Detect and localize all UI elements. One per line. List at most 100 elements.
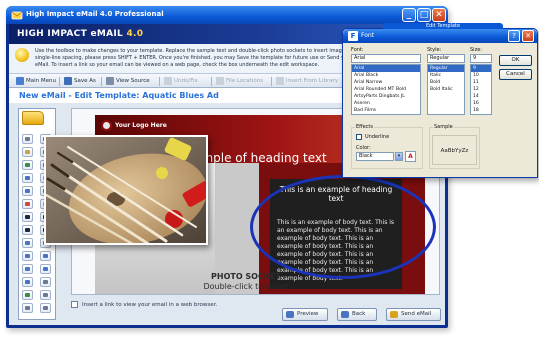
web-link-checkbox[interactable]: [71, 301, 78, 308]
insert-library-label: Insert From Library: [286, 78, 339, 84]
maximize-button[interactable]: □: [417, 8, 431, 22]
align-left-tool-icon[interactable]: [22, 238, 33, 248]
font-tool-icon[interactable]: [22, 212, 33, 222]
font-input[interactable]: Arial: [351, 54, 421, 63]
paste-tool-icon[interactable]: [22, 147, 33, 157]
view-source-button[interactable]: View Source: [106, 76, 150, 86]
font-list-item[interactable]: ArtsyParts Dingbats JL: [352, 93, 420, 100]
main-menu-button[interactable]: Main Menu: [16, 76, 56, 86]
font-list-item[interactable]: Arial: [352, 65, 420, 72]
size-list[interactable]: 9 10 11 12 14 16 18: [470, 64, 492, 115]
font-list[interactable]: Arial Arial Black Arial Narrow Arial Rou…: [351, 64, 421, 115]
style-list-item[interactable]: Regular: [428, 65, 464, 72]
file-locations-button[interactable]: File Locations: [216, 76, 263, 86]
folder-icon[interactable]: [22, 111, 44, 125]
undo-tool-icon[interactable]: [22, 186, 33, 196]
web-link-label: Insert a link to view your email in a we…: [82, 302, 218, 308]
back-button[interactable]: Back: [337, 308, 377, 321]
font-list-item[interactable]: Arial Narrow: [352, 79, 420, 86]
save-as-label: Save As: [74, 78, 96, 84]
zoom-in-tool-icon[interactable]: [22, 303, 33, 313]
highlight-ring: [250, 175, 436, 279]
sample-preview: AaBbYyZz: [432, 135, 477, 165]
style-list-item[interactable]: Italic: [428, 72, 464, 79]
align-right-tool-icon[interactable]: [22, 251, 33, 261]
dialog-close-button[interactable]: ✕: [522, 30, 534, 42]
paintbrushes-image: [46, 137, 206, 243]
size-list-item[interactable]: 16: [471, 100, 491, 107]
toolbar-divider: [59, 77, 60, 86]
toolbar-divider: [159, 77, 160, 86]
font-list-item[interactable]: Aseren: [352, 100, 420, 107]
close-button[interactable]: ✕: [432, 8, 446, 22]
style-list-item[interactable]: Bold: [428, 79, 464, 86]
back-arrow-icon: [341, 311, 349, 318]
sample-label: Sample: [433, 124, 454, 130]
outdent-tool-icon[interactable]: [22, 277, 33, 287]
view-source-label: View Source: [116, 78, 150, 84]
window-title: High Impact eMail 4.0 Professional: [26, 10, 164, 18]
underline-checkbox[interactable]: [356, 134, 362, 140]
font-list-item[interactable]: Arial Rounded MT Bold: [352, 86, 420, 93]
floppy-icon: [64, 76, 72, 85]
undo-button[interactable]: Undo/Fix: [164, 76, 198, 86]
insert-library-button[interactable]: Insert From Library: [276, 76, 338, 86]
font-list-item[interactable]: Arial Black: [352, 72, 420, 79]
save-as-button[interactable]: Save As: [64, 76, 96, 86]
preview-button[interactable]: Preview: [282, 308, 328, 321]
special-char-tool-icon[interactable]: [40, 290, 51, 300]
photo-socket-hint: Double-click to insert: [203, 282, 289, 291]
size-list-item[interactable]: 10: [471, 72, 491, 79]
style-input[interactable]: Regular: [427, 54, 465, 63]
size-list-item[interactable]: 9: [471, 65, 491, 72]
send-email-label: Send eMail: [401, 311, 432, 317]
style-label: Style:: [427, 47, 442, 53]
font-dialog-title: Font: [361, 32, 375, 39]
ok-button[interactable]: OK: [499, 55, 532, 66]
toolbar-divider: [101, 77, 102, 86]
bullet-list-tool-icon[interactable]: [40, 251, 51, 261]
font-list-item[interactable]: Bad Films: [352, 107, 420, 114]
indent-tool-icon[interactable]: [40, 264, 51, 274]
size-list-item[interactable]: 18: [471, 107, 491, 114]
logo-badge-icon: [101, 120, 112, 131]
edit-title: New eMail - Edit Template: Aquatic Blues…: [19, 91, 219, 100]
lightbulb-icon: [15, 48, 29, 62]
size-list-item[interactable]: 14: [471, 93, 491, 100]
color-tool-icon[interactable]: [22, 199, 33, 209]
font-icon: F: [348, 31, 358, 41]
help-button[interactable]: ?: [508, 30, 520, 42]
style-list[interactable]: Regular Italic Bold Bold Italic: [427, 64, 465, 115]
text-color-icon[interactable]: A: [405, 151, 416, 162]
underline-label: Underline: [365, 134, 390, 140]
preview-label: Preview: [297, 311, 319, 317]
minimize-button[interactable]: _: [402, 8, 416, 22]
italic-tool-icon[interactable]: [22, 225, 33, 235]
toolbar-divider: [271, 77, 272, 86]
undo-icon: [164, 76, 172, 85]
style-list-item[interactable]: Bold Italic: [428, 86, 464, 93]
send-email-button[interactable]: Send eMail: [386, 308, 441, 321]
title-bar[interactable]: High Impact eMail 4.0 Professional _ □ ✕: [6, 6, 448, 24]
back-label: Back: [352, 311, 366, 317]
template-logo[interactable]: Your Logo Here: [115, 122, 167, 129]
painting-photo: [44, 135, 208, 245]
brand-name: HIGH IMPACT eMAIL: [17, 29, 124, 39]
size-label: Size:: [470, 47, 482, 53]
numbered-list-tool-icon[interactable]: [22, 264, 33, 274]
size-input[interactable]: 9: [470, 54, 492, 63]
cut-tool-icon[interactable]: [22, 134, 33, 144]
image-tool-icon[interactable]: [22, 160, 33, 170]
main-menu-label: Main Menu: [26, 78, 56, 84]
link-tool-icon[interactable]: [22, 173, 33, 183]
rule-tool-icon[interactable]: [40, 277, 51, 287]
size-list-item[interactable]: 11: [471, 79, 491, 86]
cancel-button[interactable]: Cancel: [499, 69, 532, 80]
chevron-down-icon[interactable]: ▾: [395, 152, 403, 161]
color-select[interactable]: Black: [356, 152, 394, 161]
photo-socket[interactable]: PHOTO SOCKET Double-click to insert: [198, 272, 294, 291]
size-list-item[interactable]: 12: [471, 86, 491, 93]
effects-label: Effects: [355, 124, 374, 130]
spell-check-tool-icon[interactable]: [22, 290, 33, 300]
zoom-out-tool-icon[interactable]: [40, 303, 51, 313]
